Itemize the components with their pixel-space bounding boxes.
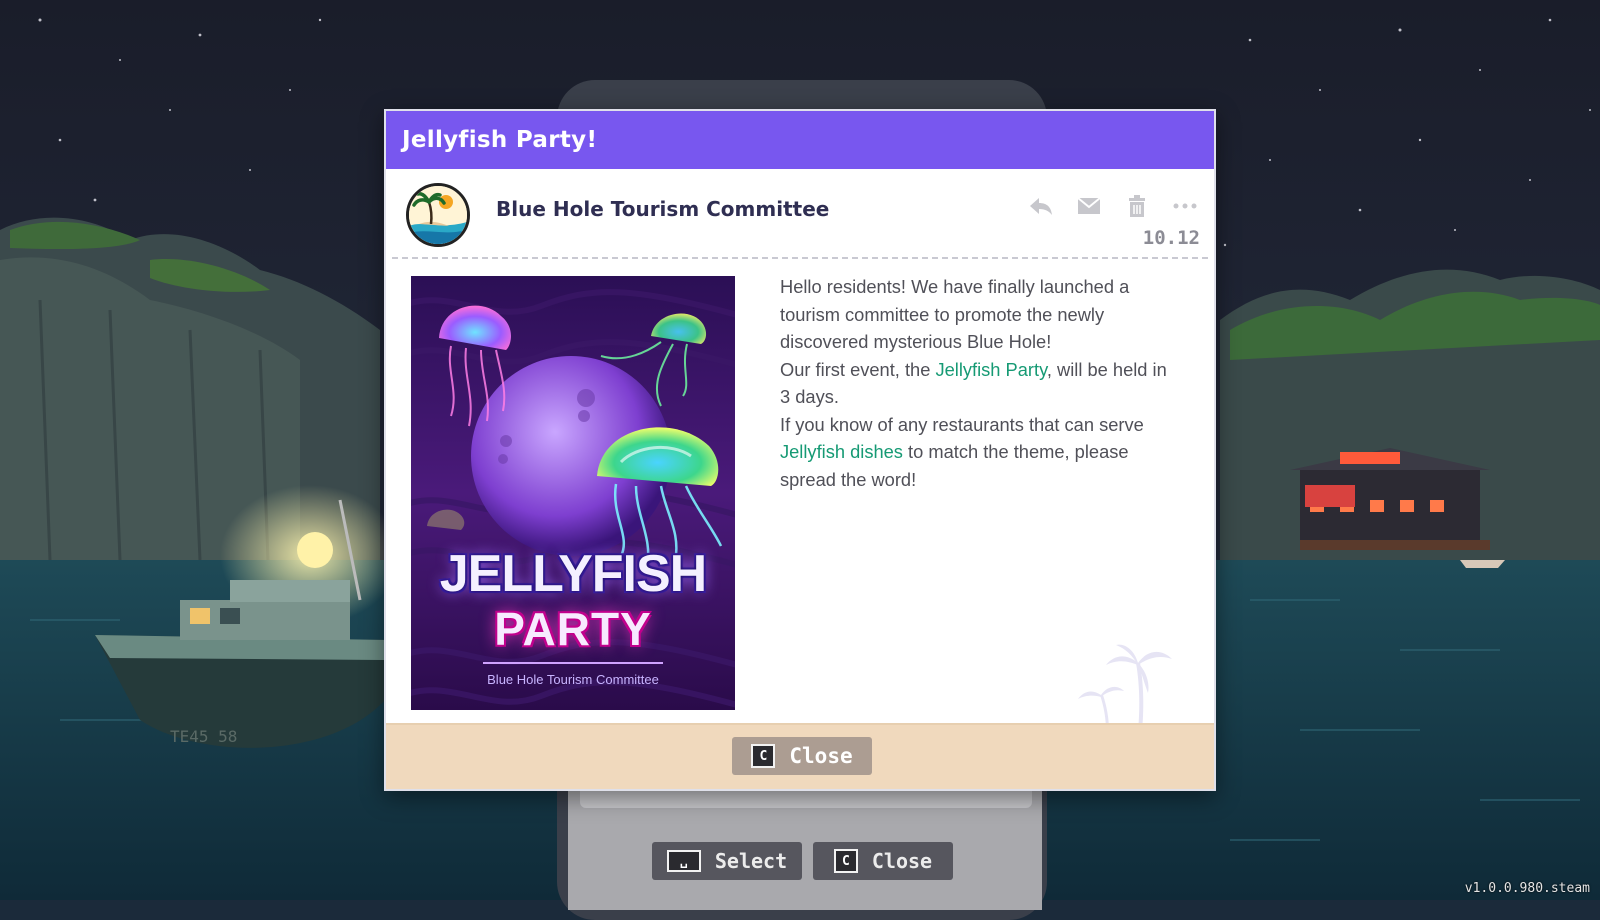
close-button[interactable]: C Close: [732, 737, 872, 775]
mail-dialog: Jellyfish Party! Blue Hole Tourism Commi…: [384, 109, 1216, 791]
trash-icon[interactable]: [1124, 195, 1150, 217]
jellyfish-party-poster: JELLYFISH PARTY Blue Hole Tourism Commit…: [411, 276, 735, 710]
poster-divider: [483, 662, 663, 664]
c-key-icon: C: [751, 744, 776, 768]
mail-icon[interactable]: [1076, 195, 1102, 217]
tropical-island-logo-icon: [409, 186, 467, 244]
select-button[interactable]: ␣ Select: [652, 842, 802, 880]
poster-title-line1: JELLYFISH: [439, 545, 708, 603]
phone-close-button[interactable]: C Close: [813, 842, 953, 880]
phone-close-label: Close: [871, 849, 933, 873]
jellyfish-party-highlight: Jellyfish Party: [935, 358, 1047, 380]
space-key-icon: ␣: [666, 850, 701, 872]
mail-date: 10.12: [1142, 227, 1200, 249]
close-button-label: Close: [789, 744, 853, 768]
mail-paragraph-3: If you know of any restaurants that can …: [780, 411, 1178, 494]
mail-title-bar: Jellyfish Party!: [386, 111, 1214, 169]
c-key-icon: C: [833, 849, 858, 873]
reply-icon[interactable]: [1028, 195, 1054, 217]
select-label: Select: [714, 849, 788, 873]
paragraph-3-text-before: If you know of any restaurants that can …: [780, 413, 1144, 435]
mail-body: Hello residents! We have finally launche…: [780, 273, 1178, 493]
mail-footer: C Close: [386, 723, 1214, 789]
more-icon[interactable]: [1172, 195, 1198, 217]
version-label: v1.0.0.980.steam: [1464, 881, 1590, 896]
mail-paragraph-2: Our first event, the Jellyfish Party, wi…: [780, 356, 1178, 411]
paragraph-2-text-before: Our first event, the: [780, 358, 936, 380]
mail-actions: [1028, 195, 1198, 217]
poster-title-line2: PARTY: [494, 603, 652, 655]
svg-text:TE45 58: TE45 58: [170, 727, 237, 746]
sender-name: Blue Hole Tourism Committee: [496, 197, 830, 221]
sender-avatar: [406, 183, 470, 247]
mail-title: Jellyfish Party!: [402, 127, 598, 153]
sender-row: Blue Hole Tourism Committee 10.12: [392, 169, 1208, 259]
poster-subtitle: Blue Hole Tourism Committee: [487, 672, 659, 687]
palm-tree-watermark-icon: [1078, 644, 1172, 731]
jellyfish-dishes-highlight: Jellyfish dishes: [780, 441, 903, 462]
mail-paragraph-1: Hello residents! We have finally launche…: [780, 276, 1130, 352]
